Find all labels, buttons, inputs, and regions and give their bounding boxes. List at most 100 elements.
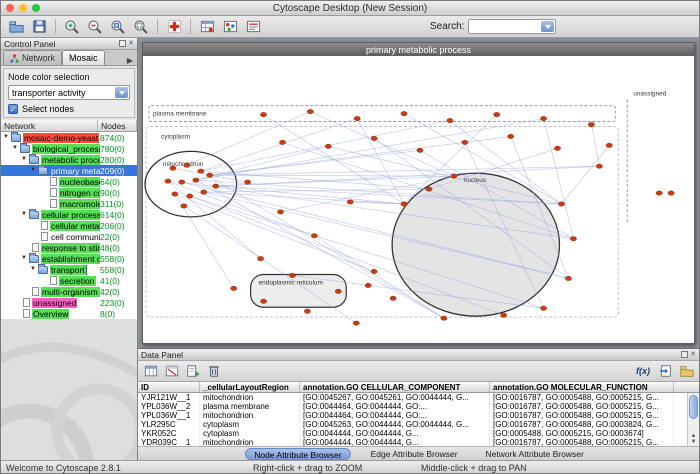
network-node[interactable]: [165, 179, 171, 183]
network-canvas[interactable]: plasma membranecytoplasmmitochondrionnuc…: [143, 56, 694, 343]
tree-item-response-to-stimulu[interactable]: response to stimulu...48(0): [1, 242, 137, 253]
network-node[interactable]: [181, 204, 187, 208]
network-node[interactable]: [289, 273, 295, 277]
table-row[interactable]: YLR295Ccytoplasm[GO:0045263, GO:0044444,…: [138, 420, 699, 429]
network-node[interactable]: [426, 187, 432, 191]
tree-item-macromolecule[interactable]: macromolecule...311(0): [1, 198, 137, 209]
network-edge[interactable]: [216, 176, 454, 186]
tree-item-primary-metabo[interactable]: ▼primary metabo...209(0): [1, 165, 137, 176]
network-node[interactable]: [347, 200, 353, 204]
tree-expander-icon[interactable]: ▼: [30, 165, 38, 176]
network-node[interactable]: [540, 306, 546, 310]
network-node[interactable]: [257, 256, 263, 260]
network-node[interactable]: [371, 136, 377, 140]
network-edge[interactable]: [204, 192, 404, 204]
tree-expander-icon[interactable]: ▼: [12, 143, 20, 154]
network-edge[interactable]: [216, 166, 600, 186]
column-header-annotation-go-cellular-component[interactable]: annotation.GO CELLULAR_COMPONENT: [300, 382, 490, 392]
network-node[interactable]: [207, 173, 213, 177]
zoom-fit-button[interactable]: [130, 17, 152, 36]
network-node[interactable]: [184, 163, 190, 167]
network-edge[interactable]: [591, 125, 599, 167]
table-row[interactable]: YKR052Ccytoplasm[GO:0044444, GO:0044444,…: [138, 429, 699, 438]
network-node[interactable]: [401, 202, 407, 206]
network-node[interactable]: [570, 237, 576, 241]
tree-column-network[interactable]: Network: [1, 120, 98, 131]
zoom-out-button[interactable]: [84, 17, 106, 36]
network-node[interactable]: [558, 202, 564, 206]
open-session-button[interactable]: [5, 17, 27, 36]
network-node[interactable]: [201, 190, 207, 194]
tree-item-metabolic-process[interactable]: ▼metabolic process280(0): [1, 154, 137, 165]
network-node[interactable]: [353, 321, 359, 325]
network-frame-titlebar[interactable]: primary metabolic process: [143, 43, 694, 56]
network-node[interactable]: [656, 191, 662, 195]
tree-expander-icon[interactable]: ▼: [21, 154, 29, 165]
network-node[interactable]: [307, 109, 313, 113]
search-combobox[interactable]: [468, 19, 556, 34]
tree-item-nucleobase[interactable]: nucleobase-...64(0): [1, 176, 137, 187]
network-node[interactable]: [304, 309, 310, 313]
tab-network-attribute-browser[interactable]: Network Attribute Browser: [478, 448, 592, 460]
network-edge[interactable]: [201, 119, 357, 172]
scrollbar-thumb[interactable]: [689, 395, 698, 419]
network-node[interactable]: [245, 180, 251, 184]
tree-expander-icon[interactable]: ▼: [21, 253, 29, 264]
tab-edge-attribute-browser[interactable]: Edge Attribute Browser: [363, 448, 466, 460]
function-builder-button[interactable]: f(x): [632, 363, 654, 380]
tab-node-attribute-browser[interactable]: Node Attribute Browser: [245, 448, 350, 460]
select-nodes-checkbox[interactable]: ✓: [8, 104, 18, 114]
tree-expander-icon[interactable]: ▼: [21, 209, 29, 220]
open-attribute-file-button[interactable]: [677, 363, 696, 380]
tree-expander-icon[interactable]: ▼: [3, 132, 11, 143]
network-node[interactable]: [447, 118, 453, 122]
close-panel-button[interactable]: ✕: [128, 40, 134, 47]
tree-column-nodes[interactable]: Nodes: [98, 120, 137, 131]
network-node[interactable]: [187, 194, 193, 198]
tab-network[interactable]: Network: [3, 50, 62, 65]
vizmapper-button[interactable]: [219, 17, 241, 36]
network-node[interactable]: [231, 286, 237, 290]
tab-mosaic[interactable]: Mosaic: [62, 50, 105, 65]
network-node[interactable]: [365, 283, 371, 287]
tree-item-cellular-metabo[interactable]: cellular metabo...206(0): [1, 220, 137, 231]
network-node[interactable]: [606, 143, 612, 147]
network-node[interactable]: [325, 144, 331, 148]
network-node[interactable]: [401, 111, 407, 115]
network-node[interactable]: [588, 122, 594, 126]
network-node[interactable]: [417, 148, 423, 152]
create-attribute-button[interactable]: [183, 363, 202, 380]
tree-item-cellular-process[interactable]: ▼cellular process614(0): [1, 209, 137, 220]
table-row[interactable]: YPL036W__2plasma membrane[GO:0044464, GO…: [138, 402, 699, 411]
network-node[interactable]: [554, 146, 560, 150]
network-node[interactable]: [371, 269, 377, 273]
tab-scroll-right-button[interactable]: ▶: [125, 56, 135, 65]
column-header-id[interactable]: ID: [138, 382, 200, 392]
tree-item-transport[interactable]: ▼transport558(0): [1, 264, 137, 275]
network-edge[interactable]: [561, 145, 609, 204]
tree-item-multi-organism-proc[interactable]: multi-organism proc...42(0): [1, 286, 137, 297]
select-attributes-button[interactable]: [141, 363, 160, 380]
network-node[interactable]: [501, 313, 507, 317]
scroll-down-icon[interactable]: ▼: [688, 439, 699, 445]
table-row[interactable]: YDR039C__1mitochondrion[GO:0044444, GO:0…: [138, 438, 699, 446]
unselect-attributes-button[interactable]: [162, 363, 181, 380]
tree-expander-icon[interactable]: ▼: [30, 264, 38, 275]
table-row[interactable]: YJR121W__1mitochondrion[GO:0045267, GO:0…: [138, 393, 699, 402]
zoom-in-button[interactable]: [61, 17, 83, 36]
network-node[interactable]: [172, 192, 178, 196]
annotation-button[interactable]: [242, 17, 264, 36]
table-vertical-scrollbar[interactable]: ▲ ▼: [687, 393, 699, 446]
network-node[interactable]: [494, 112, 500, 116]
table-row[interactable]: YPL036W__1mitochondrion[GO:0044464, GO:0…: [138, 411, 699, 420]
network-node[interactable]: [279, 140, 285, 144]
network-edge[interactable]: [168, 181, 314, 236]
search-input[interactable]: [471, 20, 541, 33]
network-node[interactable]: [354, 116, 360, 120]
network-node[interactable]: [565, 276, 571, 280]
network-node[interactable]: [451, 174, 457, 178]
network-node[interactable]: [198, 169, 204, 173]
network-node[interactable]: [260, 299, 266, 303]
column-header-cellularlayoutregion[interactable]: _cellularLayoutRegion: [200, 382, 300, 392]
attribute-table-button[interactable]: [196, 17, 218, 36]
